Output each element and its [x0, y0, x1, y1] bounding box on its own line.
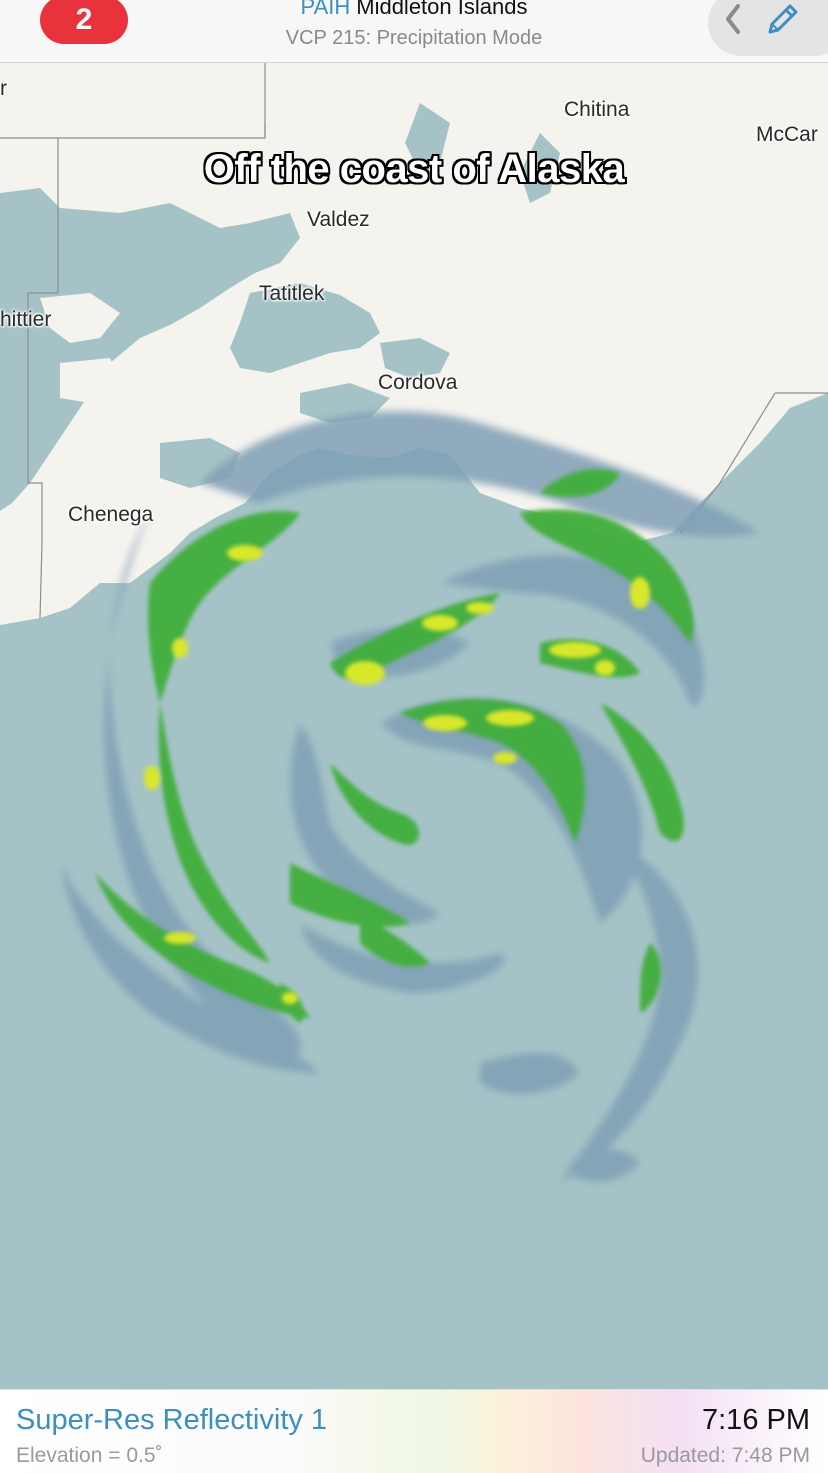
- pencil-icon[interactable]: [762, 0, 802, 40]
- station-code: PAIH: [300, 0, 351, 19]
- city-label-cordova: Cordova: [378, 371, 458, 394]
- updated-time: Updated: 7:48 PM: [640, 1444, 810, 1467]
- elevation-readout: Elevation = 0.5˚: [16, 1444, 163, 1467]
- radar-map-canvas[interactable]: [0, 63, 828, 1389]
- city-label-valdez: Valdez: [307, 208, 370, 231]
- station-title[interactable]: PAIH Middleton Islands: [0, 0, 828, 20]
- radar-map[interactable]: Chitina McCar r Valdez Tatitlek hittier …: [0, 63, 828, 1389]
- video-caption: Off the coast of Alaska: [203, 147, 625, 191]
- city-label-whittier: hittier: [0, 308, 52, 331]
- scan-time: 7:16 PM: [702, 1404, 810, 1436]
- station-name: Middleton Islands: [356, 0, 528, 19]
- city-label-chitina: Chitina: [564, 98, 630, 121]
- product-selector[interactable]: Super-Res Reflectivity 1: [16, 1404, 327, 1437]
- top-bar: 2 PAIH Middleton Islands VCP 215: Precipi…: [0, 0, 828, 63]
- vcp-mode: VCP 215: Precipitation Mode: [285, 27, 543, 49]
- city-label-chenega: Chenega: [68, 503, 154, 526]
- city-label-mccarthy: McCar: [756, 123, 818, 146]
- chevron-left-icon[interactable]: [722, 4, 744, 34]
- city-label-tatitlek: Tatitlek: [259, 282, 325, 305]
- city-label-edge: r: [0, 77, 7, 100]
- product-footer: Super-Res Reflectivity 1 Elevation = 0.5…: [0, 1389, 828, 1473]
